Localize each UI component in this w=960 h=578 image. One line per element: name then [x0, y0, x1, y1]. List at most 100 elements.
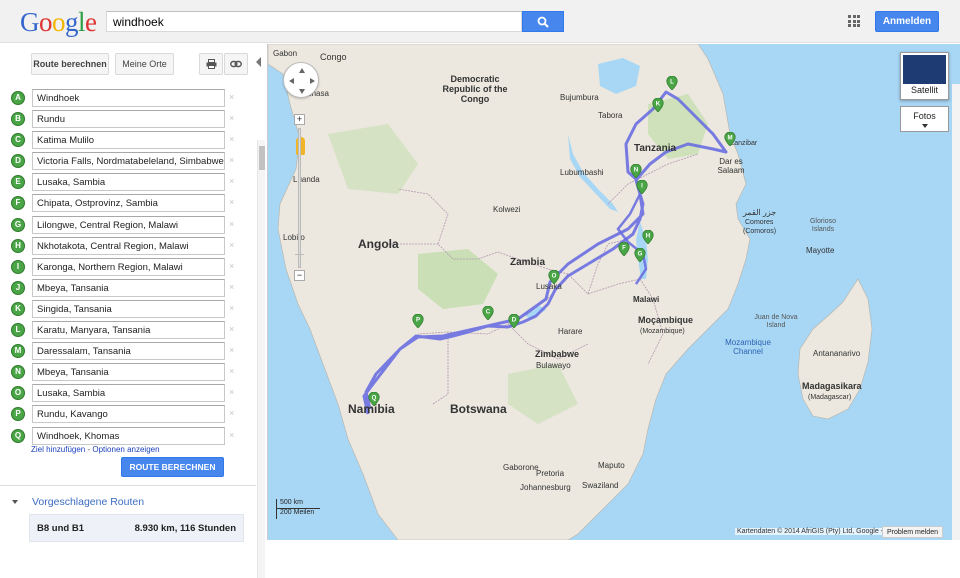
remove-waypoint-icon[interactable]: ×	[229, 219, 234, 229]
route-pin-icon[interactable]: H	[642, 230, 654, 244]
map-edge-scrollbar[interactable]	[952, 84, 960, 540]
waypoint-marker-icon[interactable]: M	[11, 344, 25, 359]
search-input[interactable]	[106, 11, 522, 32]
google-logo[interactable]: Google	[20, 8, 97, 36]
waypoint-marker-icon[interactable]: G	[11, 217, 25, 232]
waypoint-row: E Lusaka, Sambia ×	[11, 172, 257, 193]
waypoint-marker-icon[interactable]: P	[11, 407, 25, 422]
waypoint-marker-icon[interactable]: D	[11, 154, 25, 169]
remove-waypoint-icon[interactable]: ×	[229, 92, 234, 102]
remove-waypoint-icon[interactable]: ×	[229, 345, 234, 355]
route-pin-icon[interactable]: O	[548, 270, 560, 284]
remove-waypoint-icon[interactable]: ×	[229, 134, 234, 144]
route-pin-label: Q	[372, 394, 377, 401]
route-tab-button[interactable]: Route berechnen	[31, 53, 109, 75]
waypoint-input[interactable]: Karatu, Manyara, Tansania	[32, 321, 225, 340]
map-canvas[interactable]: Angola Namibia Botswana Zambia Zimbabwe …	[268, 44, 960, 540]
waypoint-marker-icon[interactable]: H	[11, 238, 25, 253]
waypoint-input[interactable]: Windhoek, Khomas	[32, 426, 225, 445]
panel-scrollbar[interactable]	[257, 140, 265, 578]
waypoint-input[interactable]: Singida, Tansania	[32, 299, 225, 318]
scrollbar-thumb[interactable]	[259, 146, 265, 170]
remove-waypoint-icon[interactable]: ×	[229, 366, 234, 376]
route-pin-icon[interactable]: L	[666, 76, 678, 90]
waypoint-marker-icon[interactable]: B	[11, 112, 25, 127]
waypoint-input[interactable]: Lilongwe, Central Region, Malawi	[32, 215, 225, 234]
photos-dropdown[interactable]: Fotos	[900, 106, 949, 132]
remove-waypoint-icon[interactable]: ×	[229, 240, 234, 250]
zoom-slider[interactable]	[298, 128, 301, 268]
search-button[interactable]	[522, 11, 564, 32]
remove-waypoint-icon[interactable]: ×	[229, 197, 234, 207]
waypoint-input[interactable]: Daressalam, Tansania	[32, 342, 225, 361]
waypoint-marker-icon[interactable]: J	[11, 280, 25, 295]
waypoint-marker-icon[interactable]: I	[11, 259, 25, 274]
satellite-toggle[interactable]: Satellit	[900, 52, 949, 100]
waypoint-marker-icon[interactable]: K	[11, 301, 25, 316]
waypoint-input[interactable]: Rundu, Kavango	[32, 405, 225, 424]
waypoint-input[interactable]: Rundu	[32, 110, 225, 129]
calculate-route-button[interactable]: ROUTE BERECHNEN	[121, 457, 224, 477]
zoom-out-button[interactable]: −	[294, 270, 305, 281]
waypoint-input[interactable]: Mbeya, Tansania	[32, 278, 225, 297]
report-problem-link[interactable]: Problem melden	[882, 526, 943, 538]
print-button[interactable]	[199, 53, 223, 75]
remove-waypoint-icon[interactable]: ×	[229, 324, 234, 334]
waypoint-marker-icon[interactable]: E	[11, 175, 25, 190]
zoom-in-button[interactable]: +	[294, 114, 305, 125]
waypoint-marker-icon[interactable]: N	[11, 365, 25, 380]
waypoint-marker-icon[interactable]: Q	[11, 428, 25, 443]
route-pin-icon[interactable]: Q	[368, 392, 380, 406]
route-pin-icon[interactable]: C	[482, 306, 494, 320]
zoom-slider-handle[interactable]	[295, 254, 304, 255]
waypoint-input[interactable]: Nkhotakota, Central Region, Malawi	[32, 236, 225, 255]
route-pin-icon[interactable]: K	[652, 98, 664, 112]
signin-button[interactable]: Anmelden	[875, 11, 939, 32]
waypoint-marker-icon[interactable]: F	[11, 196, 25, 211]
route-pin-icon[interactable]: F	[618, 242, 630, 256]
waypoint-input[interactable]: Windhoek	[32, 89, 225, 107]
remove-waypoint-icon[interactable]: ×	[229, 303, 234, 313]
pan-control[interactable]	[283, 62, 319, 98]
remove-waypoint-icon[interactable]: ×	[229, 176, 234, 186]
route-pin-label: I	[641, 182, 643, 189]
waypoint-input[interactable]: Lusaka, Sambia	[32, 384, 225, 403]
route-pin-icon[interactable]: P	[412, 314, 424, 328]
remove-waypoint-icon[interactable]: ×	[229, 282, 234, 292]
waypoint-input[interactable]: Katima Mulilo	[32, 131, 225, 150]
route-pin-icon[interactable]: G	[634, 248, 646, 262]
route-pin-icon[interactable]: I	[636, 180, 648, 194]
route-pin-icon[interactable]: N	[630, 164, 642, 178]
remove-waypoint-icon[interactable]: ×	[229, 113, 234, 123]
remove-waypoint-icon[interactable]: ×	[229, 387, 234, 397]
suggested-routes-toggle[interactable]: Vorgeschlagene Routen	[11, 496, 144, 508]
label-lusaka: Lusaka	[536, 282, 562, 291]
remove-waypoint-icon[interactable]: ×	[229, 261, 234, 271]
collapse-panel-icon[interactable]	[256, 57, 261, 67]
label-mayotte: Mayotte	[806, 246, 835, 255]
waypoint-input[interactable]: Lusaka, Sambia	[32, 173, 225, 192]
waypoint-input[interactable]: Karonga, Northern Region, Malawi	[32, 257, 225, 276]
waypoint-marker-icon[interactable]: C	[11, 133, 25, 148]
add-destination-link[interactable]: Ziel hinzufügen	[31, 445, 85, 454]
remove-waypoint-icon[interactable]: ×	[229, 155, 234, 165]
waypoint-input[interactable]: Victoria Falls, Nordmatabeleland, Simbab…	[32, 152, 225, 171]
suggested-route-row[interactable]: B8 und B1 8.930 km, 116 Stunden	[29, 514, 244, 542]
route-pin-icon[interactable]: M	[724, 132, 736, 146]
route-pin-icon[interactable]: D	[508, 314, 520, 328]
scale-bar: 500 km 200 Meilen	[276, 499, 324, 519]
waypoint-marker-icon[interactable]: L	[11, 323, 25, 338]
remove-waypoint-icon[interactable]: ×	[229, 408, 234, 418]
remove-waypoint-icon[interactable]: ×	[229, 430, 234, 440]
waypoint-input[interactable]: Chipata, Ostprovinz, Sambia	[32, 194, 225, 213]
show-options-link[interactable]: Optionen anzeigen	[92, 445, 159, 454]
link-button[interactable]	[224, 53, 248, 75]
waypoint-marker-icon[interactable]: O	[11, 386, 25, 401]
waypoint-row: H Nkhotakota, Central Region, Malawi ×	[11, 236, 257, 257]
waypoint-row: K Singida, Tansania ×	[11, 299, 257, 320]
waypoint-input[interactable]: Mbeya, Tansania	[32, 363, 225, 382]
apps-grid-icon[interactable]	[848, 15, 860, 27]
label-malawi: Malawi	[633, 295, 660, 304]
waypoint-marker-icon[interactable]: A	[11, 91, 25, 105]
my-places-button[interactable]: Meine Orte	[115, 53, 174, 75]
